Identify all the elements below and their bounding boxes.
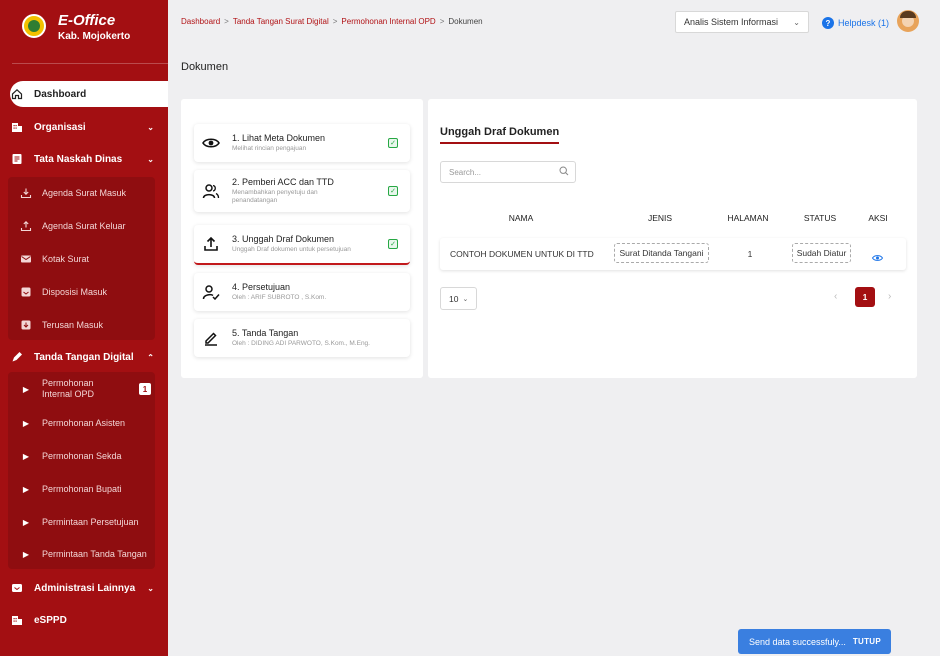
step-persetujuan[interactable]: 4. Persetujuan Oleh : ARIF SUBROTO , S.K… [194,273,410,311]
building-icon [10,120,24,134]
play-icon: ▶ [22,384,30,394]
upload-icon [196,236,226,252]
chevron-down-icon: ⌄ [793,17,800,27]
sidebar-item-label: Tata Naskah Dinas [34,153,123,165]
brand[interactable]: E-Office Kab. Mojokerto [0,0,168,78]
topbar: Dashboard > Tanda Tangan Surat Digital > Per… [168,0,940,46]
column-header-status[interactable]: STATUS [800,213,840,223]
page-button-current[interactable]: 1 [855,287,875,307]
search-icon [559,166,569,178]
chevron-up-icon: ⌃ [147,352,154,362]
upload-icon [20,220,32,232]
column-header-halaman[interactable]: HALAMAN [724,213,772,223]
sidebar: E-Office Kab. Mojokerto Dashboard Organi… [0,0,168,656]
sidebar-item-permohonan-asisten[interactable]: ▶ Permohonan Asisten [8,407,155,439]
mail-icon [20,253,32,265]
play-icon: ▶ [22,451,30,461]
cell-halaman: 1 [747,249,753,259]
helpdesk-link[interactable]: ? Helpdesk (1) [822,17,889,29]
inbox-arrow-icon [20,319,32,331]
breadcrumb: Dashboard > Tanda Tangan Surat Digital > Per… [181,17,483,26]
document-icon [10,152,24,166]
pen-icon [10,350,24,364]
toast-notification: Send data successfuly... TUTUP [738,629,891,654]
prev-page-button[interactable]: ‹ [834,291,837,302]
breadcrumb-item[interactable]: Tanda Tangan Surat Digital [233,17,329,26]
check-icon: ✓ [388,239,398,249]
sidebar-item-permintaan-persetujuan[interactable]: ▶ Permintaan Persetujuan [8,506,155,538]
toast-close-button[interactable]: TUTUP [853,637,881,646]
eye-icon [196,137,226,149]
jenis-badge: Surat Ditanda Tangani [614,243,709,263]
inbox-icon [20,286,32,298]
breadcrumb-item[interactable]: Dashboard [181,17,220,26]
sidebar-item-permohonan-internal[interactable]: ▶ Permohonan Internal OPD 1 [8,372,155,406]
breadcrumb-current: Dokumen [448,17,483,26]
brand-divider [12,63,168,64]
tata-naskah-submenu: Agenda Surat Masuk Agenda Surat Keluar K… [8,177,155,340]
tray-icon [10,581,24,595]
sidebar-item-tata-naskah[interactable]: Tata Naskah Dinas ⌄ [0,148,168,170]
sidebar-item-terusan[interactable]: Terusan Masuk [8,309,155,341]
toast-message: Send data successfuly... [749,636,846,647]
cell-nama: CONTOH DOKUMEN UNTUK DI TTD [450,249,594,259]
sidebar-item-dashboard[interactable]: Dashboard [10,81,168,107]
check-icon: ✓ [388,186,398,196]
brand-subtitle: Kab. Mojokerto [58,31,131,42]
sidebar-item-organisasi[interactable]: Organisasi ⌄ [0,116,168,138]
section-title: Unggah Draf Dokumen [440,126,560,144]
breadcrumb-item[interactable]: Permohonan Internal OPD [341,17,435,26]
step-unggah-draf[interactable]: 3. Unggah Draf Dokumen Unggah Draf dokum… [194,225,410,265]
sidebar-item-label: Administrasi Lainnya [34,582,136,594]
step-pemberi-acc[interactable]: 2. Pemberi ACC dan TTD Menambahkan penye… [194,170,410,212]
count-badge: 1 [139,383,151,395]
sidebar-item-label: Dashboard [34,88,87,100]
column-header-aksi: AKSI [868,213,888,223]
sidebar-item-disposisi[interactable]: Disposisi Masuk [8,276,155,308]
play-icon: ▶ [22,418,30,428]
user-check-icon [196,284,226,300]
sidebar-item-kotak-surat[interactable]: Kotak Surat [8,243,155,275]
step-tanda-tangan[interactable]: 5. Tanda Tangan Oleh : DIDING ADI PARWOT… [194,319,410,357]
step-lihat-meta[interactable]: 1. Lihat Meta Dokumen Melihat rincian pe… [194,124,410,162]
home-icon [10,87,24,101]
sidebar-item-esppd[interactable]: eSPPD [0,609,168,631]
role-select[interactable]: Analis Sistem Informasi ⌄ [675,11,809,33]
avatar[interactable] [897,10,919,32]
play-icon: ▶ [22,484,30,494]
eye-icon[interactable] [871,249,884,267]
sidebar-item-label: eSPPD [34,614,67,626]
chevron-down-icon: ⌄ [462,295,469,303]
search-input[interactable]: Search... [440,161,576,183]
status-badge: Sudah Diatur [792,243,851,263]
sidebar-item-label: Organisasi [34,121,86,133]
page-size-select[interactable]: 10 ⌄ [440,287,477,310]
sidebar-item-administrasi[interactable]: Administrasi Lainnya ⌄ [0,577,168,599]
sidebar-item-label: Tanda Tangan Digital [34,351,134,363]
page-title: Dokumen [181,61,229,73]
pencil-icon [196,330,226,346]
building-icon [10,613,24,627]
chevron-down-icon: ⌄ [147,154,154,164]
users-icon [196,183,226,199]
column-header-jenis[interactable]: JENIS [640,213,680,223]
sidebar-item-agenda-masuk[interactable]: Agenda Surat Masuk [8,177,155,209]
download-icon [20,187,32,199]
chevron-down-icon: ⌄ [147,122,154,132]
help-icon: ? [822,17,834,29]
chevron-down-icon: ⌄ [147,583,154,593]
sidebar-item-ttd-digital[interactable]: Tanda Tangan Digital ⌃ [0,346,168,368]
sidebar-item-permohonan-sekda[interactable]: ▶ Permohonan Sekda [8,440,155,472]
ttd-submenu: ▶ Permohonan Internal OPD 1 ▶ Permohonan… [8,372,155,569]
check-icon: ✓ [388,138,398,148]
sidebar-item-permohonan-bupati[interactable]: ▶ Permohonan Bupati [8,473,155,505]
sidebar-item-permintaan-ttd[interactable]: ▶ Permintaan Tanda Tangan [8,538,155,570]
next-page-button[interactable]: › [888,291,891,302]
play-icon: ▶ [22,517,30,527]
column-header-nama[interactable]: NAMA [500,213,542,223]
play-icon: ▶ [22,549,30,559]
logo-icon [22,14,46,38]
sidebar-item-agenda-keluar[interactable]: Agenda Surat Keluar [8,210,155,242]
brand-title: E-Office [58,12,116,29]
